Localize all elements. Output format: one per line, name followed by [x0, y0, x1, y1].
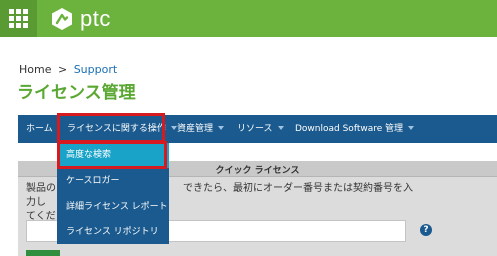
breadcrumb-home[interactable]: Home — [19, 63, 51, 76]
nav-item-asset-management[interactable]: 資産管理 — [177, 115, 225, 143]
ptc-logo[interactable]: ptc — [50, 5, 111, 32]
nav-highlight-box — [57, 113, 165, 143]
dropdown-label: 詳細ライセンス レポート — [66, 202, 168, 212]
nav-label: 管理 — [385, 124, 404, 134]
nav-label: 資産管理 — [177, 124, 214, 134]
dropdown-highlight-box — [57, 141, 167, 169]
chevron-down-icon — [218, 125, 225, 130]
nav-item-home[interactable]: ホーム — [26, 115, 53, 143]
nav-item-download-software[interactable]: Download Software — [295, 115, 382, 143]
ptc-logo-icon — [52, 7, 72, 30]
breadcrumb-separator: > — [57, 63, 68, 76]
chevron-down-icon — [408, 125, 415, 130]
top-bar: ptc — [0, 0, 497, 37]
breadcrumb-support[interactable]: Support — [74, 63, 117, 76]
dropdown-item-detailed-license-report[interactable]: 詳細ライセンス レポート — [57, 199, 169, 215]
dropdown-label: ケースロガー — [66, 176, 120, 186]
nav-item-resources[interactable]: リソース — [237, 115, 284, 143]
page-title: ライセンス管理 — [17, 83, 136, 103]
breadcrumb: Home > Support — [19, 63, 117, 76]
logo-text: ptc — [80, 5, 111, 31]
nav-label: リソース — [237, 124, 273, 134]
nav-label: ホーム — [26, 124, 53, 134]
dropdown-item-license-repository[interactable]: ライセンス リポジトリ — [57, 224, 169, 240]
question-icon[interactable]: ? — [420, 224, 432, 236]
chevron-down-icon — [277, 125, 284, 130]
chevron-down-icon — [170, 125, 177, 130]
grid-icon[interactable] — [0, 0, 37, 37]
nav-label: Download Software — [295, 124, 383, 134]
submit-button[interactable] — [26, 250, 60, 256]
dropdown-label: ライセンス リポジトリ — [66, 227, 159, 237]
nav-item-admin[interactable]: 管理 — [385, 115, 415, 143]
dropdown-item-case-logger[interactable]: ケースロガー — [57, 173, 169, 189]
